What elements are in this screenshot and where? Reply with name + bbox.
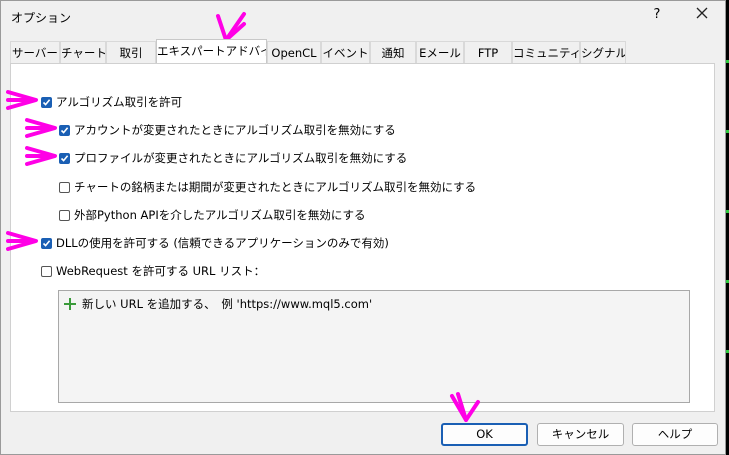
disable-on-profile-change-option[interactable]: プロファイルが変更されたときにアルゴリズム取引を無効にする xyxy=(59,150,407,166)
disable-on-account-change-option[interactable]: アカウントが変更されたときにアルゴリズム取引を無効にする xyxy=(59,122,396,138)
cancel-button[interactable]: キャンセル xyxy=(537,423,624,446)
option-label: アカウントが変更されたときにアルゴリズム取引を無効にする xyxy=(74,123,396,137)
tab-notifications[interactable]: 通知 xyxy=(370,41,416,63)
tab-community[interactable]: コミュニティー xyxy=(512,41,580,63)
checkbox[interactable] xyxy=(41,265,52,277)
option-label: プロファイルが変更されたときにアルゴリズム取引を無効にする xyxy=(74,151,408,165)
check-icon xyxy=(60,126,69,134)
tab-expert-advisors[interactable]: エキスパートアドバイザ xyxy=(156,39,267,63)
check-icon xyxy=(42,98,51,106)
expert-advisors-panel: アルゴリズム取引を許可 アカウントが変更されたときにアルゴリズム取引を無効にする… xyxy=(10,63,715,412)
add-url-label: 新しい URL を追加する、 例 'https://www.mql5.com' xyxy=(82,297,373,311)
tab-events[interactable]: イベント xyxy=(321,41,370,63)
ok-button[interactable]: OK xyxy=(441,423,528,446)
add-url-item[interactable]: 新しい URL を追加する、 例 'https://www.mql5.com' xyxy=(64,296,372,312)
close-icon xyxy=(696,7,708,19)
tab-chart[interactable]: チャート xyxy=(60,41,106,63)
plus-icon xyxy=(64,298,76,310)
option-label: チャートの銘柄または期間が変更されたときにアルゴリズム取引を無効にする xyxy=(74,180,477,194)
checkbox[interactable] xyxy=(41,237,52,249)
disable-on-symbol-change-option[interactable]: チャートの銘柄または期間が変更されたときにアルゴリズム取引を無効にする xyxy=(59,179,476,195)
option-label: 外部Python APIを介したアルゴリズム取引を無効にする xyxy=(74,208,366,222)
tab-opencl[interactable]: OpenCL xyxy=(267,41,321,63)
help-button[interactable]: ヘルプ xyxy=(632,423,718,446)
window-title: オプション xyxy=(11,11,72,25)
tab-ftp[interactable]: FTP xyxy=(464,41,512,63)
tab-email[interactable]: Eメール xyxy=(416,41,464,63)
allow-webrequest-option[interactable]: WebRequest を許可する URL リスト： xyxy=(41,263,265,279)
disable-python-api-option[interactable]: 外部Python APIを介したアルゴリズム取引を無効にする xyxy=(59,207,365,223)
tab-trade[interactable]: 取引 xyxy=(106,41,156,63)
checkbox[interactable] xyxy=(59,152,70,164)
allow-dll-option[interactable]: DLLの使用を許可する (信頼できるアプリケーションのみで有効) xyxy=(41,235,389,251)
checkbox[interactable] xyxy=(41,96,52,108)
url-list[interactable]: 新しい URL を追加する、 例 'https://www.mql5.com' xyxy=(58,290,690,403)
allow-algo-trading-option[interactable]: アルゴリズム取引を許可 xyxy=(41,94,182,110)
checkbox[interactable] xyxy=(59,124,70,136)
tab-server[interactable]: サーバー xyxy=(10,41,60,63)
checkbox[interactable] xyxy=(59,181,70,193)
title-bar: オプション ? xyxy=(1,1,725,31)
close-button[interactable] xyxy=(691,5,713,25)
checkbox[interactable] xyxy=(59,209,70,221)
check-icon xyxy=(42,239,51,247)
tab-signals[interactable]: シグナル xyxy=(580,41,626,63)
check-icon xyxy=(60,154,69,162)
options-dialog: オプション ? サーバー チャート 取引 エキスパートアドバイザ OpenCL … xyxy=(0,0,726,455)
option-label: WebRequest を許可する URL リスト： xyxy=(56,264,266,278)
help-icon[interactable]: ? xyxy=(647,7,667,22)
option-label: DLLの使用を許可する (信頼できるアプリケーションのみで有効) xyxy=(56,236,389,250)
option-label: アルゴリズム取引を許可 xyxy=(56,95,183,109)
